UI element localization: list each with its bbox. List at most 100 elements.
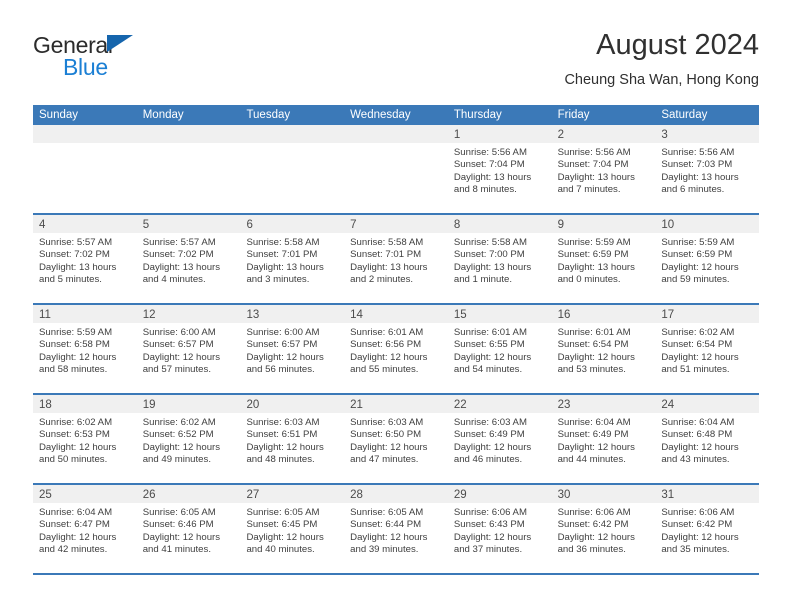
calendar-day-cell[interactable]: 16 Sunrise: 6:01 AM Sunset: 6:54 PM Dayligh… <box>551 305 656 393</box>
day-number-band: 22 <box>447 395 552 413</box>
day-number-band: 24 <box>655 395 760 413</box>
daylight-text-line2: and 54 minutes. <box>453 364 523 376</box>
day-details: Sunrise: 6:06 AM Sunset: 6:42 PM Daylight:… <box>655 503 759 557</box>
calendar-day-cell[interactable]: 12 Sunrise: 6:00 AM Sunset: 6:57 PM Dayligh… <box>136 305 241 393</box>
calendar-day-cell[interactable]: 26 Sunrise: 6:05 AM Sunset: 6:46 PM Dayligh… <box>136 485 241 573</box>
daylight-text-line1: Daylight: 12 hours <box>557 441 635 453</box>
daylight-text-line1: Daylight: 13 hours <box>453 261 532 273</box>
daylight-text-line2: and 47 minutes. <box>350 454 419 466</box>
daylight-text-line1: Daylight: 13 hours <box>557 261 635 273</box>
sunrise-text: Sunrise: 5:59 AM <box>661 237 735 248</box>
day-details: Sunrise: 5:58 AM Sunset: 7:01 PM Daylight:… <box>344 233 448 287</box>
sunrise-text: Sunrise: 5:56 AM <box>453 147 527 158</box>
calendar-day-cell[interactable]: 25 Sunrise: 6:04 AM Sunset: 6:47 PM Dayligh… <box>33 485 137 573</box>
calendar-day-cell[interactable]: 11 Sunrise: 5:59 AM Sunset: 6:58 PM Dayligh… <box>33 305 137 393</box>
calendar-day-cell[interactable]: 2 Sunrise: 5:56 AM Sunset: 7:04 PM Daylight… <box>551 125 656 213</box>
calendar-day-cell[interactable]: 19 Sunrise: 6:02 AM Sunset: 6:52 PM Dayligh… <box>136 395 241 483</box>
sunrise-text: Sunrise: 5:56 AM <box>557 147 631 158</box>
day-number-band: 7 <box>344 215 448 233</box>
calendar-day-cell[interactable]: 6 Sunrise: 5:58 AM Sunset: 7:01 PM Daylight… <box>240 215 345 303</box>
calendar-day-cell[interactable]: 1 Sunrise: 5:56 AM Sunset: 7:04 PM Daylight… <box>447 125 552 213</box>
calendar-day-cell[interactable]: 15 Sunrise: 6:01 AM Sunset: 6:55 PM Dayligh… <box>447 305 552 393</box>
day-number: 2 <box>557 129 564 141</box>
daylight-text-line1: Daylight: 13 hours <box>661 171 739 183</box>
day-number-band <box>344 125 448 143</box>
day-details: Sunrise: 6:00 AM Sunset: 6:57 PM Daylight:… <box>240 323 344 377</box>
day-number-band: 5 <box>136 215 241 233</box>
daylight-text-line2: and 50 minutes. <box>39 454 108 466</box>
weekday-header-row: Sunday Monday Tuesday Wednesday Thursday… <box>33 105 759 125</box>
day-number: 25 <box>39 489 52 501</box>
daylight-text-line1: Daylight: 13 hours <box>142 261 221 273</box>
calendar-week-row: 11 Sunrise: 5:59 AM Sunset: 6:58 PM Dayligh… <box>33 305 760 395</box>
sunset-text: Sunset: 6:42 PM <box>557 519 629 531</box>
calendar-grid: Sunday Monday Tuesday Wednesday Thursday… <box>33 105 760 575</box>
sunset-text: Sunset: 6:53 PM <box>39 429 110 441</box>
day-number: 14 <box>350 309 363 321</box>
daylight-text-line1: Daylight: 12 hours <box>246 351 324 363</box>
calendar-day-cell[interactable]: 29 Sunrise: 6:06 AM Sunset: 6:43 PM Dayligh… <box>447 485 552 573</box>
day-number: 15 <box>453 309 467 321</box>
calendar-day-cell[interactable]: 30 Sunrise: 6:06 AM Sunset: 6:42 PM Dayligh… <box>551 485 656 573</box>
sunset-text: Sunset: 6:57 PM <box>142 339 214 351</box>
daylight-text-line1: Daylight: 13 hours <box>557 171 635 183</box>
calendar-day-cell[interactable]: 21 Sunrise: 6:03 AM Sunset: 6:50 PM Dayligh… <box>344 395 448 483</box>
calendar-day-cell[interactable]: 23 Sunrise: 6:04 AM Sunset: 6:49 PM Dayligh… <box>551 395 656 483</box>
daylight-text-line2: and 37 minutes. <box>453 544 523 556</box>
calendar-day-cell[interactable]: 5 Sunrise: 5:57 AM Sunset: 7:02 PM Daylight… <box>136 215 241 303</box>
calendar-day-cell[interactable]: 13 Sunrise: 6:00 AM Sunset: 6:57 PM Dayligh… <box>240 305 345 393</box>
daylight-text-line2: and 44 minutes. <box>557 454 626 466</box>
calendar-day-cell[interactable]: 20 Sunrise: 6:03 AM Sunset: 6:51 PM Dayligh… <box>240 395 345 483</box>
day-number-band <box>136 125 241 143</box>
sunrise-text: Sunrise: 6:03 AM <box>453 417 527 428</box>
sunset-text: Sunset: 6:59 PM <box>661 249 733 261</box>
weekday-wednesday: Wednesday <box>350 109 411 121</box>
daylight-text-line2: and 58 minutes. <box>39 364 108 376</box>
calendar-day-cell[interactable]: 8 Sunrise: 5:58 AM Sunset: 7:00 PM Daylight… <box>447 215 552 303</box>
calendar-day-cell[interactable]: 27 Sunrise: 6:05 AM Sunset: 6:45 PM Dayligh… <box>240 485 345 573</box>
daylight-text-line1: Daylight: 12 hours <box>142 351 221 363</box>
sunset-text: Sunset: 6:45 PM <box>246 519 318 531</box>
calendar-day-cell[interactable]: 9 Sunrise: 5:59 AM Sunset: 6:59 PM Daylight… <box>551 215 656 303</box>
sunrise-text: Sunrise: 6:01 AM <box>350 327 424 338</box>
daylight-text-line2: and 51 minutes. <box>661 364 730 376</box>
calendar-day-cell[interactable]: 18 Sunrise: 6:02 AM Sunset: 6:53 PM Dayligh… <box>33 395 137 483</box>
calendar-day-cell[interactable]: 3 Sunrise: 5:56 AM Sunset: 7:03 PM Daylight… <box>655 125 760 213</box>
daylight-text-line1: Daylight: 13 hours <box>246 261 324 273</box>
day-details: Sunrise: 6:02 AM Sunset: 6:52 PM Daylight:… <box>137 413 241 467</box>
daylight-text-line2: and 49 minutes. <box>142 454 211 466</box>
daylight-text-line2: and 5 minutes. <box>39 274 102 286</box>
daylight-text-line2: and 57 minutes. <box>142 364 211 376</box>
day-details: Sunrise: 5:56 AM Sunset: 7:04 PM Daylight:… <box>552 143 656 197</box>
calendar-day-cell[interactable]: 22 Sunrise: 6:03 AM Sunset: 6:49 PM Dayligh… <box>447 395 552 483</box>
calendar-day-cell[interactable]: 4 Sunrise: 5:57 AM Sunset: 7:02 PM Daylight… <box>33 215 137 303</box>
day-number: 18 <box>39 399 52 411</box>
sunset-text: Sunset: 6:57 PM <box>246 339 318 351</box>
daylight-text-line1: Daylight: 12 hours <box>661 441 739 453</box>
sunset-text: Sunset: 6:58 PM <box>39 339 110 351</box>
sunset-text: Sunset: 7:00 PM <box>453 249 525 261</box>
daylight-text-line1: Daylight: 12 hours <box>142 441 221 453</box>
day-details: Sunrise: 6:06 AM Sunset: 6:43 PM Daylight:… <box>448 503 552 557</box>
daylight-text-line1: Daylight: 12 hours <box>453 351 532 363</box>
day-number-band: 18 <box>33 395 137 413</box>
calendar-day-cell[interactable]: 31 Sunrise: 6:06 AM Sunset: 6:42 PM Dayligh… <box>655 485 760 573</box>
calendar-day-cell[interactable]: 7 Sunrise: 5:58 AM Sunset: 7:01 PM Daylight… <box>344 215 448 303</box>
calendar-day-cell[interactable]: 28 Sunrise: 6:05 AM Sunset: 6:44 PM Dayligh… <box>344 485 448 573</box>
calendar-day-cell[interactable]: 24 Sunrise: 6:04 AM Sunset: 6:48 PM Dayligh… <box>655 395 760 483</box>
calendar-day-cell-empty <box>240 125 345 213</box>
day-details: Sunrise: 5:58 AM Sunset: 7:00 PM Daylight:… <box>448 233 552 287</box>
daylight-text-line1: Daylight: 12 hours <box>246 441 324 453</box>
day-number: 12 <box>142 309 156 321</box>
sunrise-text: Sunrise: 6:03 AM <box>246 417 320 428</box>
calendar-day-cell[interactable]: 10 Sunrise: 5:59 AM Sunset: 6:59 PM Dayligh… <box>655 215 760 303</box>
calendar-day-cell[interactable]: 17 Sunrise: 6:02 AM Sunset: 6:54 PM Dayligh… <box>655 305 760 393</box>
daylight-text-line1: Daylight: 12 hours <box>39 531 117 543</box>
day-number: 19 <box>142 399 156 411</box>
calendar-day-cell[interactable]: 14 Sunrise: 6:01 AM Sunset: 6:56 PM Dayligh… <box>344 305 448 393</box>
day-number-band: 4 <box>33 215 137 233</box>
daylight-text-line1: Daylight: 12 hours <box>661 531 739 543</box>
day-details: Sunrise: 5:56 AM Sunset: 7:04 PM Daylight:… <box>448 143 552 197</box>
page-header: General Blue August 2024 Cheung Sha Wan,… <box>33 28 759 98</box>
generalblue-logo[interactable]: General Blue <box>33 32 233 88</box>
